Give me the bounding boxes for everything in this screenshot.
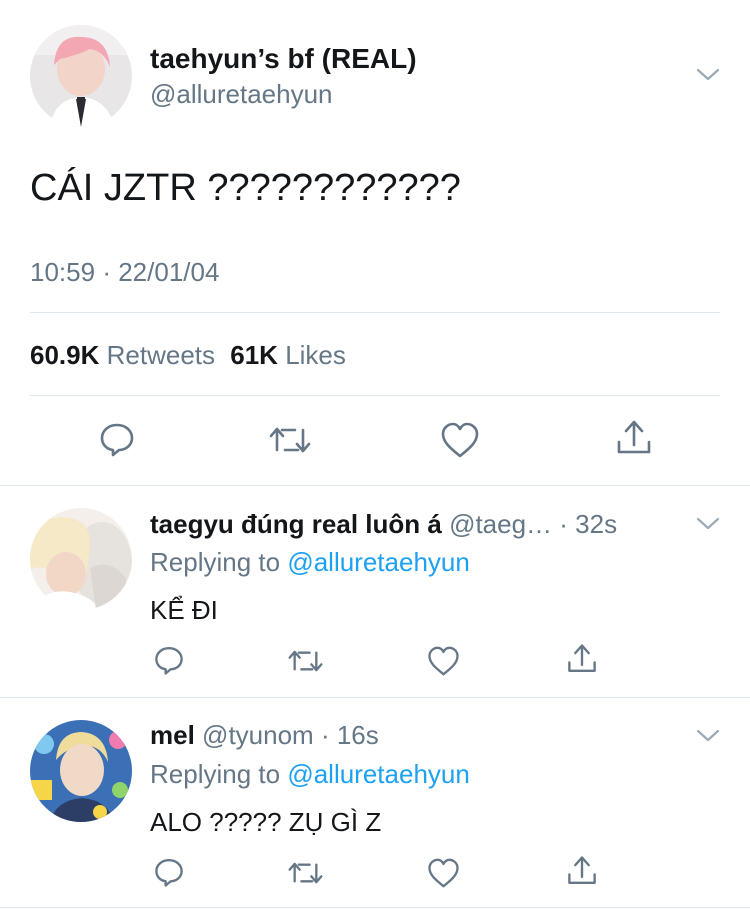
chevron-down-icon[interactable]	[694, 725, 722, 745]
replying-to: Replying to @alluretaehyun	[150, 546, 470, 578]
divider	[30, 395, 720, 396]
reply-icon[interactable]	[153, 644, 185, 676]
retweet-icon[interactable]	[287, 646, 324, 676]
reply-header: taegyu đúng real luôn á @taeg… · 32s	[150, 508, 617, 540]
reply-time: · 16s	[320, 720, 379, 750]
tweet-time: 10:59	[30, 257, 96, 287]
display-name[interactable]: taegyu đúng real luôn á	[150, 509, 442, 539]
likes-label: Likes	[285, 340, 346, 370]
tweet-timestamp[interactable]: 10:59 · 22/01/04	[30, 257, 219, 287]
user-handle[interactable]: @tyunom	[202, 720, 314, 750]
tweet-text: CÁI JZTR ????????????	[30, 167, 461, 209]
avatar[interactable]	[30, 25, 132, 127]
share-icon[interactable]	[615, 418, 653, 458]
chevron-down-icon[interactable]	[694, 64, 722, 84]
replying-label: Replying to	[150, 547, 281, 577]
like-icon[interactable]	[440, 421, 480, 459]
divider	[30, 312, 720, 313]
retweets-label: Retweets	[106, 340, 216, 370]
tweet-date: 22/01/04	[118, 257, 220, 287]
tweet-stats: 60.9K Retweets 61K Likes	[30, 340, 346, 370]
likes-stat[interactable]: 61K Likes	[230, 340, 346, 370]
user-handle[interactable]: @taeg…	[449, 509, 552, 539]
reply-header: mel @tyunom · 16s	[150, 719, 379, 751]
avatar[interactable]	[30, 508, 132, 610]
section-divider	[0, 697, 750, 698]
reply-time: · 32s	[559, 509, 618, 539]
retweet-icon[interactable]	[287, 858, 324, 888]
section-divider	[0, 485, 750, 486]
like-icon[interactable]	[427, 857, 460, 889]
like-icon[interactable]	[427, 645, 460, 677]
replying-handle-link[interactable]: @alluretaehyun	[287, 547, 470, 577]
chevron-down-icon[interactable]	[694, 513, 722, 533]
display-name[interactable]: mel	[150, 720, 195, 750]
likes-count: 61K	[230, 340, 278, 370]
reply-text: KỂ ĐI	[150, 595, 218, 625]
replying-to: Replying to @alluretaehyun	[150, 758, 470, 790]
share-icon[interactable]	[566, 642, 598, 676]
reply-text: ALO ????? ZỤ GÌ Z	[150, 807, 382, 837]
reply-icon[interactable]	[98, 420, 136, 458]
replying-handle-link[interactable]: @alluretaehyun	[287, 759, 470, 789]
reply-icon[interactable]	[153, 856, 185, 888]
retweets-stat[interactable]: 60.9K Retweets	[30, 340, 222, 370]
retweet-icon[interactable]	[268, 422, 312, 458]
share-icon[interactable]	[566, 854, 598, 888]
timestamp-separator: ·	[102, 257, 111, 287]
replying-label: Replying to	[150, 759, 281, 789]
display-name[interactable]: taehyun’s bf (REAL)	[150, 43, 417, 75]
section-divider	[0, 907, 750, 908]
user-handle[interactable]: @alluretaehyun	[150, 79, 333, 109]
avatar[interactable]	[30, 720, 132, 822]
retweets-count: 60.9K	[30, 340, 100, 370]
